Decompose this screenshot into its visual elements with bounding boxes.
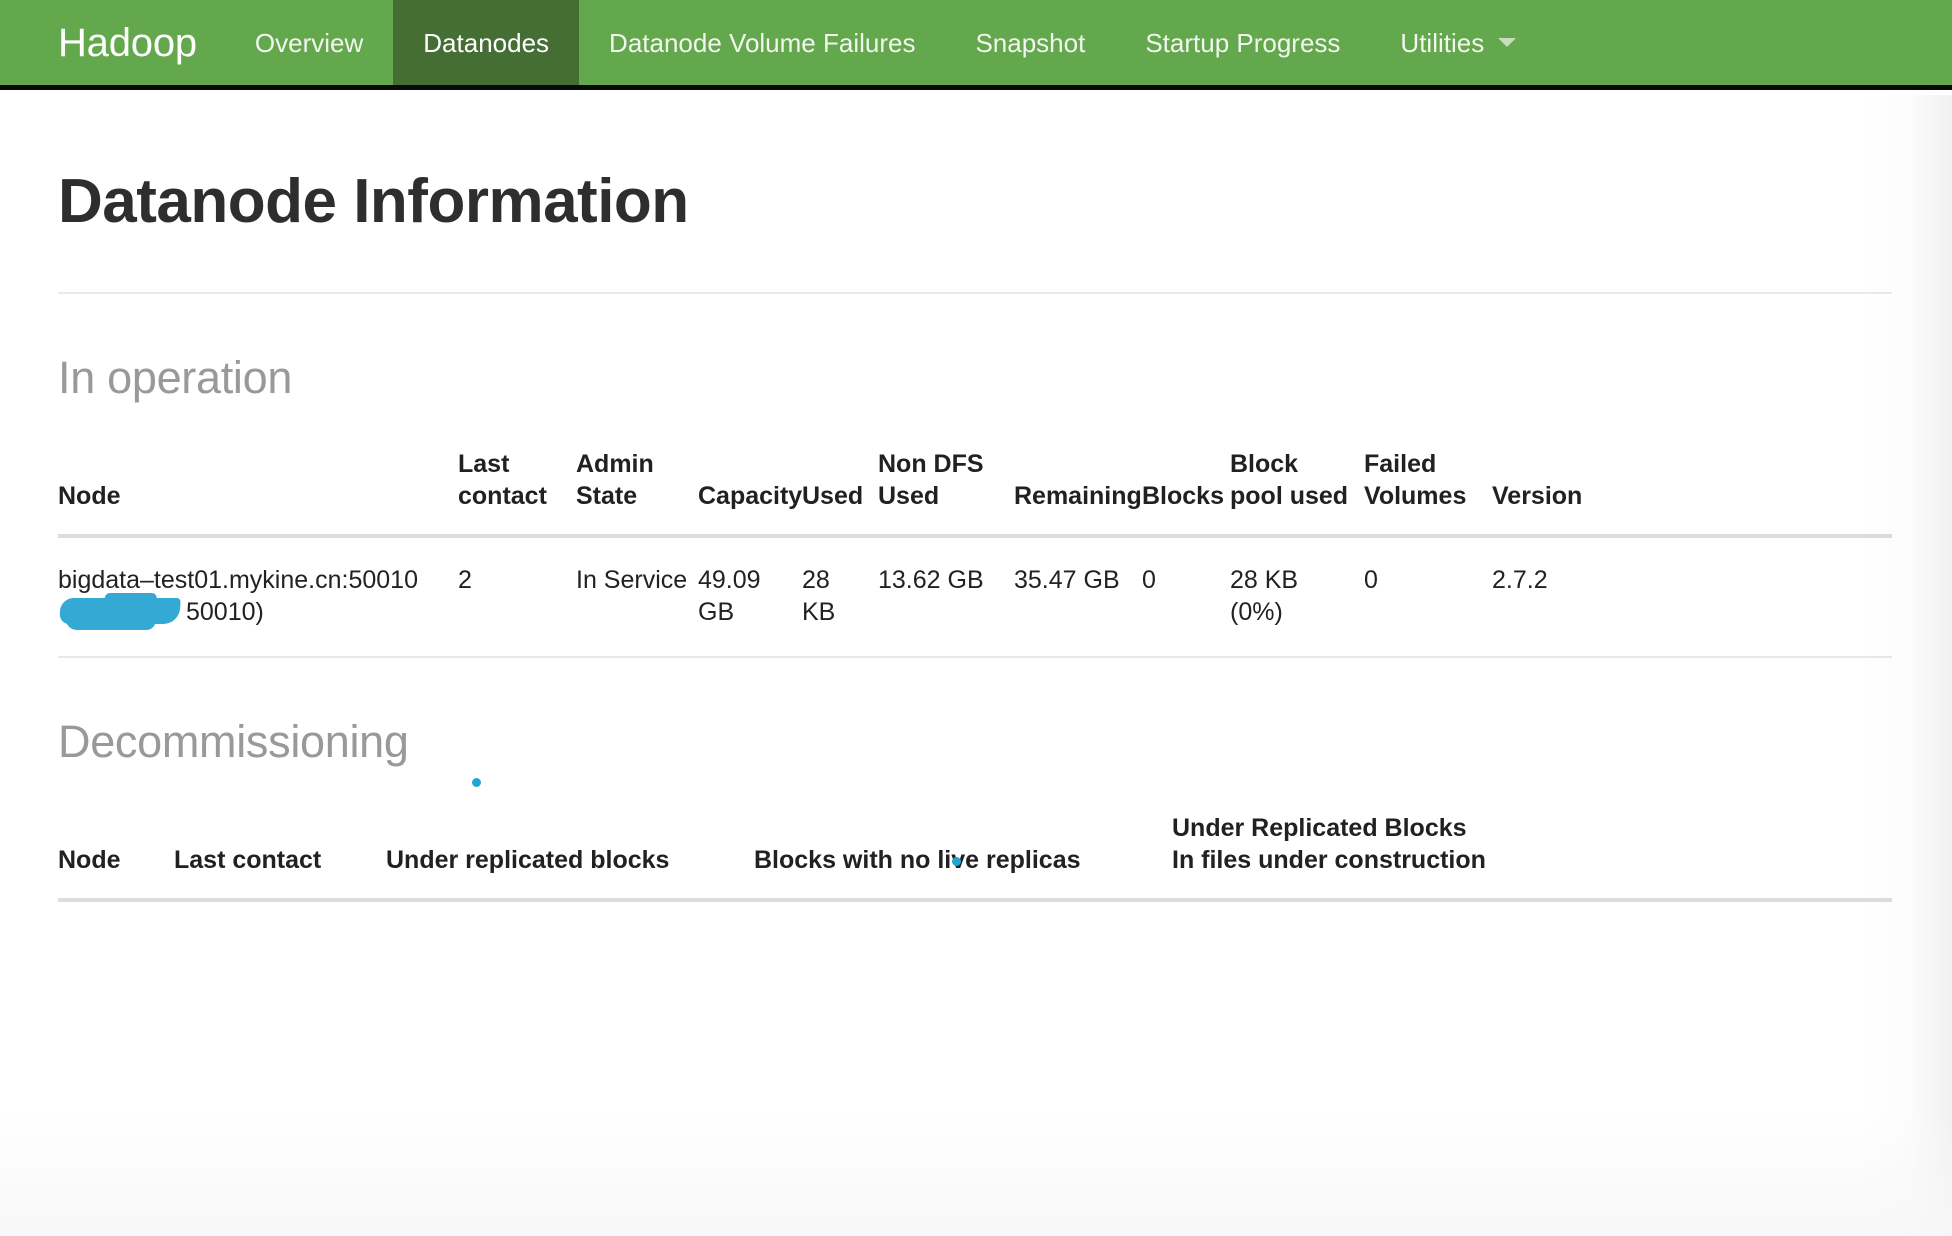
content-container: Datanode Information In operation Node L… (0, 90, 1952, 902)
cell-blocks: 0 (1142, 535, 1230, 658)
cell-remaining: 35.47 GB (1014, 535, 1142, 658)
bottom-gradient (0, 1106, 1952, 1236)
page-root: Hadoop Overview Datanodes Datanode Volum… (0, 0, 1952, 1236)
cell-capacity: 49.09 GB (698, 535, 802, 658)
nav-item-startup-progress[interactable]: Startup Progress (1115, 0, 1370, 85)
annotation-dot (472, 778, 481, 787)
table-header-row: Node Last contact Admin State Capacity U… (58, 447, 1892, 538)
column-header-node[interactable]: Node (58, 811, 174, 902)
node-address-line1: bigdata–test01.mykine.cn:50010 (58, 565, 418, 594)
decommissioning-table: Node Last contact Under replicated block… (58, 811, 1892, 902)
column-header-under-replicated-blocks-in-files-under-construction[interactable]: Under Replicated Blocks In files under c… (1172, 811, 1892, 902)
cell-block-pool-used: 28 KB (0%) (1230, 535, 1364, 658)
nav-item-overview[interactable]: Overview (225, 0, 393, 85)
nav-item-datanodes[interactable]: Datanodes (393, 0, 580, 85)
column-header-node[interactable]: Node (58, 447, 458, 538)
node-address-line2: 50010) (58, 596, 448, 630)
cell-non-dfs-used: 13.62 GB (878, 535, 1014, 658)
nav-item-utilities[interactable]: Utilities (1370, 0, 1546, 85)
column-header-failed-volumes[interactable]: Failed Volumes (1364, 447, 1492, 538)
cell-admin-state: In Service (576, 535, 698, 658)
cell-last-contact: 2 (458, 535, 576, 658)
column-header-blocks-with-no-live-replicas[interactable]: Blocks with no live replicas (754, 811, 1172, 902)
cell-node: bigdata–test01.mykine.cn:50010 50010) (58, 535, 458, 658)
column-header-under-replicated-blocks[interactable]: Under replicated blocks (386, 811, 754, 902)
cell-failed-volumes: 0 (1364, 535, 1492, 658)
page-title: Datanode Information (58, 167, 689, 236)
column-header-non-dfs-used[interactable]: Non DFS Used (878, 447, 1014, 538)
node-address-line2-tail: 50010) (186, 597, 264, 626)
redaction-mark (59, 597, 181, 624)
column-header-last-contact[interactable]: Last contact (174, 811, 386, 902)
column-header-block-pool-used[interactable]: Block pool used (1230, 447, 1364, 538)
in-operation-table-body: bigdata–test01.mykine.cn:50010 50010) 2 … (58, 535, 1892, 658)
table-header-row: Node Last contact Under replicated block… (58, 811, 1892, 902)
navbar-inner: Hadoop Overview Datanodes Datanode Volum… (0, 0, 1546, 85)
column-header-capacity[interactable]: Capacity (698, 447, 802, 538)
in-operation-table-head: Node Last contact Admin State Capacity U… (58, 447, 1892, 538)
column-header-used[interactable]: Used (802, 447, 878, 538)
section-title-in-operation: In operation (58, 352, 293, 404)
navbar: Hadoop Overview Datanodes Datanode Volum… (0, 0, 1952, 90)
column-header-version[interactable]: Version (1492, 447, 1892, 538)
column-header-line1: Under Replicated Blocks (1172, 813, 1467, 842)
chevron-down-icon (1498, 38, 1517, 47)
table-row[interactable]: bigdata–test01.mykine.cn:50010 50010) 2 … (58, 535, 1892, 658)
column-header-remaining[interactable]: Remaining (1014, 447, 1142, 538)
in-operation-table: Node Last contact Admin State Capacity U… (58, 447, 1892, 658)
column-header-blocks[interactable]: Blocks (1142, 447, 1230, 538)
column-header-admin-state[interactable]: Admin State (576, 447, 698, 538)
column-header-line2: In files under construction (1172, 845, 1486, 874)
cell-used: 28 KB (802, 535, 878, 658)
cell-version: 2.7.2 (1492, 535, 1892, 658)
annotation-dot (952, 857, 961, 866)
nav-item-datanode-volume-failures[interactable]: Datanode Volume Failures (579, 0, 945, 85)
column-header-last-contact[interactable]: Last contact (458, 447, 576, 538)
decommissioning-table-head: Node Last contact Under replicated block… (58, 811, 1892, 902)
nav-item-utilities-label: Utilities (1400, 27, 1485, 58)
brand-hadoop[interactable]: Hadoop (0, 0, 225, 85)
nav-item-snapshot[interactable]: Snapshot (945, 0, 1115, 85)
section-title-decommissioning: Decommissioning (58, 715, 409, 767)
